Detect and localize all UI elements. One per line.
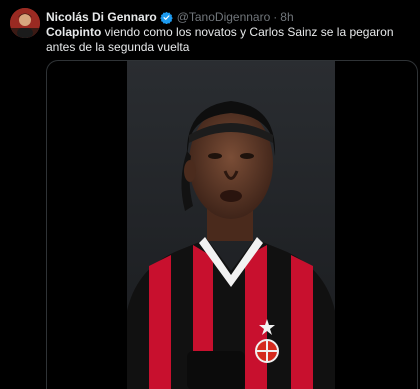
mention-colapinto[interactable]: Colapinto — [46, 25, 101, 39]
tweet-text: Colapinto viendo como los novatos y Carl… — [46, 25, 418, 55]
author-handle[interactable]: @TanoDigennaro — [177, 10, 271, 24]
author-name[interactable]: Nicolás Di Gennaro — [46, 10, 157, 24]
avatar[interactable] — [10, 8, 40, 38]
tweet-timestamp[interactable]: 8h — [280, 10, 293, 24]
verified-badge-icon — [159, 11, 173, 24]
tweet-header: Nicolás Di Gennaro @TanoDigennaro · 8h — [46, 9, 294, 25]
tweet-card[interactable]: Nicolás Di Gennaro @TanoDigennaro · 8h C… — [0, 0, 420, 389]
video-player[interactable] — [46, 60, 418, 389]
video-thumbnail[interactable] — [127, 61, 335, 389]
separator-dot: · — [273, 10, 278, 24]
